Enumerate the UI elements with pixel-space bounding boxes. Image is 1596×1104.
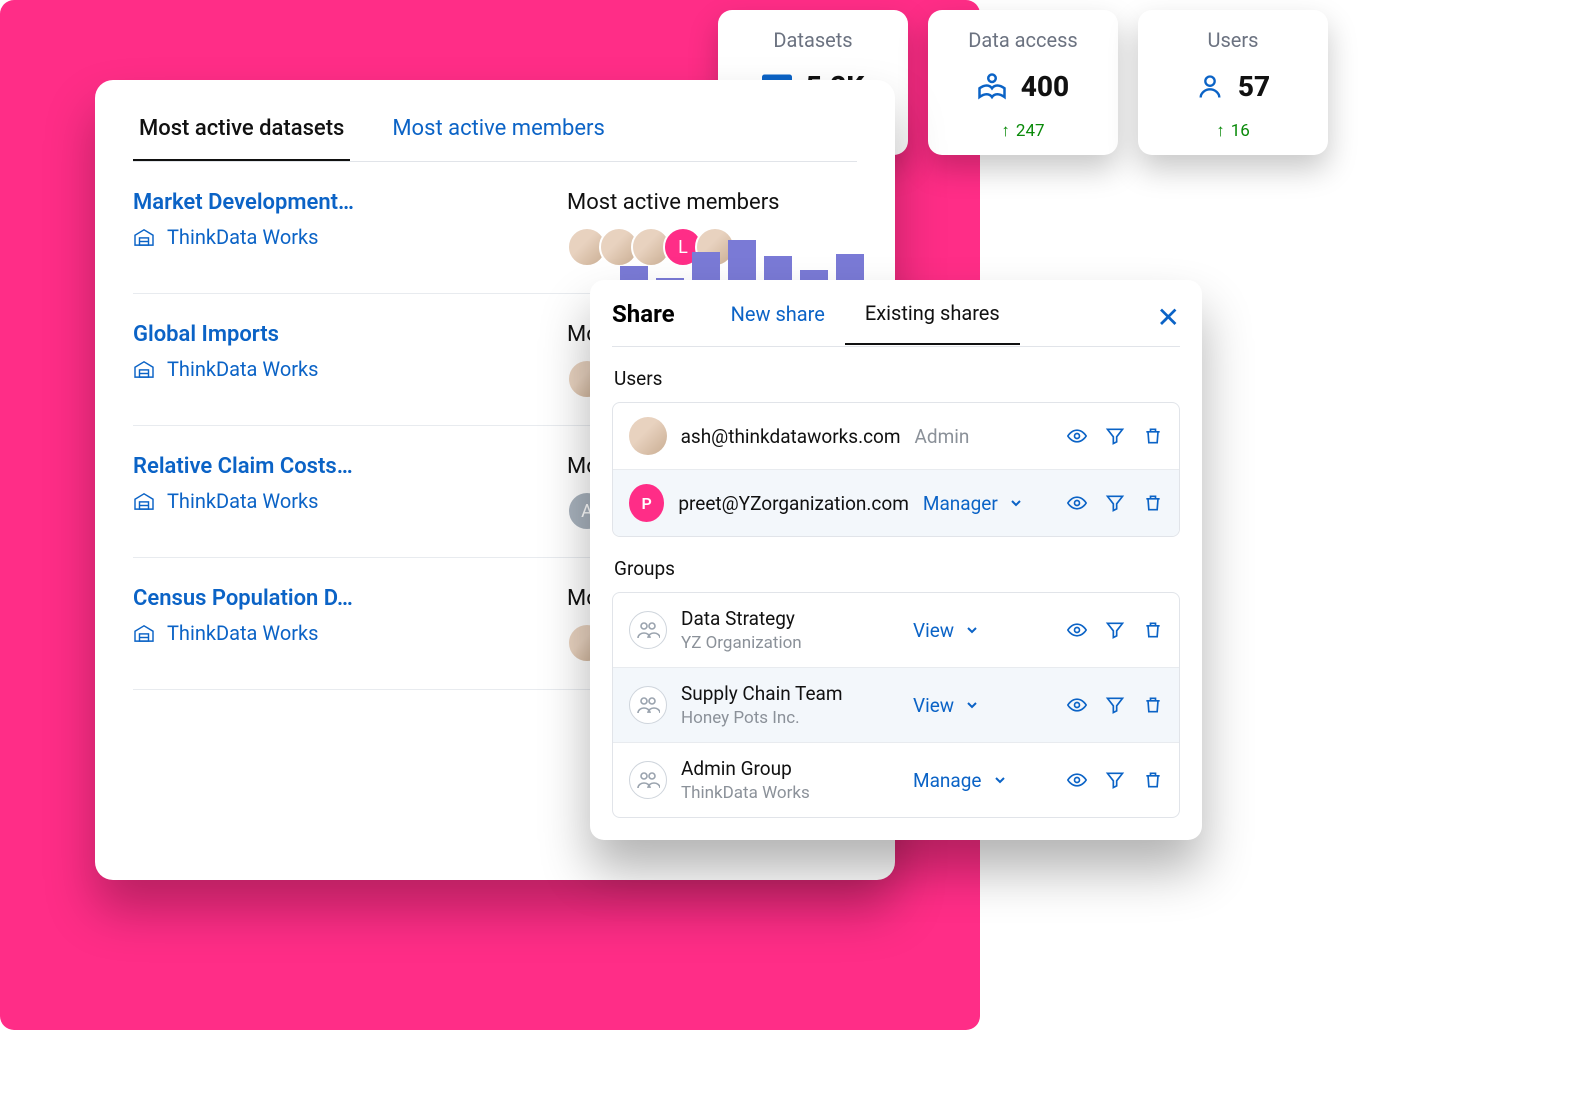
chevron-down-icon [964,622,980,638]
role-label: Admin [915,425,1053,448]
delta-up: ↑ 247 [1001,121,1044,141]
row-actions [1067,770,1163,790]
group-icon [629,611,667,649]
stat-value: 57 [1238,70,1270,103]
panel-tabs: Most active datasets Most active members [133,116,857,162]
group-org: Honey Pots Inc. [681,708,899,728]
warehouse-icon [133,228,155,246]
filter-icon[interactable] [1105,695,1125,715]
group-org: YZ Organization [681,633,899,653]
group-icon [629,761,667,799]
group-name: Admin Group [681,757,899,780]
dataset-org[interactable]: ThinkData Works [133,489,541,513]
chevron-down-icon [992,772,1008,788]
share-users-list: ash@thinkdataworks.com Admin P preet@YZo… [612,402,1180,537]
filter-icon[interactable] [1105,770,1125,790]
chevron-down-icon [1008,495,1024,511]
avatar: P [629,484,664,522]
dataset-org-name: ThinkData Works [167,225,318,249]
filter-icon[interactable] [1105,493,1125,513]
eye-icon[interactable] [1067,620,1087,640]
dataset-title-link[interactable]: Census Population D… [133,586,541,611]
warehouse-icon [133,624,155,642]
users-section-label: Users [614,367,1180,390]
row-actions [1067,695,1163,715]
share-modal: Share New share Existing shares ✕ Users … [590,280,1202,840]
user-icon [1196,73,1224,101]
eye-icon[interactable] [1067,770,1087,790]
open-book-user-icon [977,73,1007,101]
dataset-org[interactable]: ThinkData Works [133,225,541,249]
row-actions [1067,493,1163,513]
trash-icon[interactable] [1143,770,1163,790]
arrow-up-icon: ↑ [1001,121,1010,141]
dataset-title-link[interactable]: Market Development… [133,190,541,215]
row-actions [1067,620,1163,640]
share-user-row: P preet@YZorganization.com Manager [613,470,1179,536]
dataset-title-link[interactable]: Relative Claim Costs… [133,454,541,479]
dataset-org-name: ThinkData Works [167,621,318,645]
dataset-org-name: ThinkData Works [167,357,318,381]
stat-value: 400 [1021,70,1069,103]
delta-up: ↑ 16 [1216,121,1250,141]
share-title: Share [612,300,711,346]
share-group-row: Supply Chain Team Honey Pots Inc. View [613,668,1179,743]
share-group-row: Data Strategy YZ Organization View [613,593,1179,668]
stat-title: Datasets [738,28,888,52]
eye-icon[interactable] [1067,493,1087,513]
filter-icon[interactable] [1105,426,1125,446]
tab-new-share[interactable]: New share [711,302,845,344]
tab-existing-shares[interactable]: Existing shares [845,301,1020,345]
group-org: ThinkData Works [681,783,899,803]
group-icon [629,686,667,724]
row-actions [1067,426,1163,446]
dataset-org[interactable]: ThinkData Works [133,357,541,381]
trash-icon[interactable] [1143,493,1163,513]
most-active-members-label: Most active members [567,190,857,215]
eye-icon[interactable] [1067,426,1087,446]
share-header: Share New share Existing shares ✕ [612,300,1180,347]
close-icon[interactable]: ✕ [1157,301,1180,346]
trash-icon[interactable] [1143,426,1163,446]
trash-icon[interactable] [1143,620,1163,640]
share-user-row: ash@thinkdataworks.com Admin [613,403,1179,470]
filter-icon[interactable] [1105,620,1125,640]
share-groups-list: Data Strategy YZ Organization View Suppl… [612,592,1180,818]
dataset-org-name: ThinkData Works [167,489,318,513]
share-group-row: Admin Group ThinkData Works Manage [613,743,1179,817]
role-dropdown[interactable]: Manage [913,769,1053,792]
warehouse-icon [133,492,155,510]
stat-title: Users [1158,28,1308,52]
dataset-title-link[interactable]: Global Imports [133,322,541,347]
user-email: ash@thinkdataworks.com [681,425,901,448]
stat-card-users: Users 57 ↑ 16 [1138,10,1328,155]
role-dropdown[interactable]: Manager [923,492,1053,515]
role-dropdown[interactable]: View [913,694,1053,717]
stat-title: Data access [948,28,1098,52]
avatar [629,417,667,455]
chevron-down-icon [964,697,980,713]
tab-most-active-members[interactable]: Most active members [386,116,611,161]
arrow-up-icon: ↑ [1216,121,1225,141]
tab-most-active-datasets[interactable]: Most active datasets [133,116,350,161]
group-name: Supply Chain Team [681,682,899,705]
groups-section-label: Groups [614,557,1180,580]
delta-up-value: 16 [1231,121,1250,141]
delta-up-value: 247 [1016,121,1045,141]
dataset-org[interactable]: ThinkData Works [133,621,541,645]
eye-icon[interactable] [1067,695,1087,715]
warehouse-icon [133,360,155,378]
stat-card-data-access: Data access 400 ↑ 247 [928,10,1118,155]
group-name: Data Strategy [681,607,899,630]
user-email: preet@YZorganization.com [678,492,909,515]
role-dropdown[interactable]: View [913,619,1053,642]
trash-icon[interactable] [1143,695,1163,715]
